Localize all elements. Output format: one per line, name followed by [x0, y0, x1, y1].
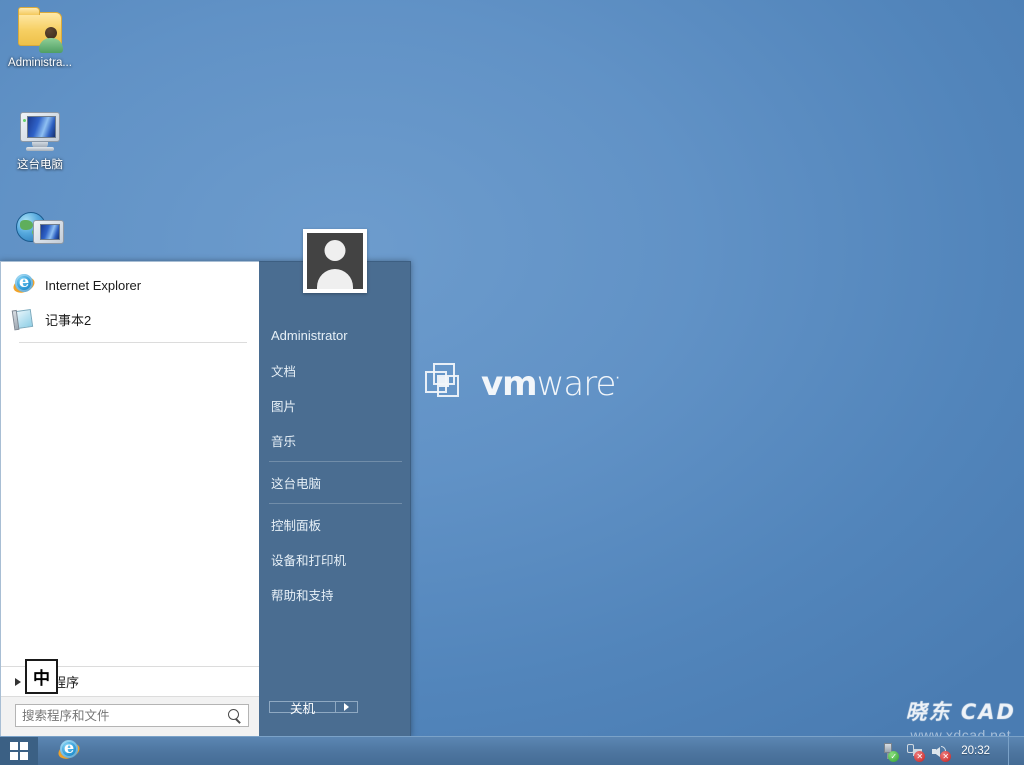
status-error-badge: ✕: [914, 751, 926, 762]
start-menu-right-panel: Administrator 文档 图片 音乐 这台电脑 控制面板 设备和打印机: [259, 229, 411, 737]
volume-icon[interactable]: ✕: [931, 742, 952, 762]
start-button[interactable]: [0, 736, 38, 765]
divider: [269, 503, 402, 504]
shutdown-button[interactable]: 关机: [269, 701, 336, 716]
start-right-item-control-panel[interactable]: 控制面板: [259, 507, 410, 542]
start-item-notepad2[interactable]: 记事本2: [1, 302, 259, 336]
internet-explorer-icon: [11, 272, 37, 296]
start-menu[interactable]: Internet Explorer 记事本2 所有程序: [0, 229, 411, 737]
start-right-item-this-pc[interactable]: 这台电脑: [259, 465, 410, 500]
username-label: Administrator: [271, 328, 348, 343]
desktop-icon-label: 这台电脑: [17, 159, 63, 171]
start-right-item-pictures[interactable]: 图片: [259, 388, 410, 423]
vmware-brand-bold: vm: [481, 364, 538, 404]
divider: [269, 461, 402, 462]
desktop-icon-this-pc[interactable]: 这台电脑: [0, 108, 80, 172]
item-label: 这台电脑: [271, 477, 322, 491]
taskbar: ✓ ✕ ✕ 20:32: [0, 736, 1024, 765]
system-tray: ✓ ✕ ✕ 20:32: [879, 736, 1024, 765]
pinned-programs-list: Internet Explorer 记事本2: [1, 262, 259, 343]
item-label: 控制面板: [271, 519, 322, 533]
chevron-right-icon: [15, 677, 21, 686]
start-item-label: Internet Explorer: [45, 277, 142, 293]
item-label: 文档: [271, 365, 297, 379]
vmware-wordmark: vmware·: [481, 364, 620, 404]
internet-explorer-icon: [56, 738, 82, 762]
clock[interactable]: 20:32: [957, 745, 1000, 757]
vmware-brand-light: ware: [536, 364, 617, 404]
start-menu-empty-area: [1, 343, 259, 666]
chevron-right-icon: [344, 703, 349, 711]
avatar[interactable]: [302, 229, 367, 293]
ime-indicator[interactable]: 中: [25, 659, 58, 694]
windows-logo-icon: [10, 742, 28, 760]
item-label: 设备和打印机: [271, 554, 347, 568]
ime-mode-label: 中: [33, 669, 50, 689]
taskbar-button-internet-explorer[interactable]: [52, 738, 86, 764]
shutdown-options-button[interactable]: [336, 701, 358, 713]
taskbar-buttons: [38, 738, 86, 764]
computer-icon: [16, 108, 64, 156]
start-right-item-music[interactable]: 音乐: [259, 423, 410, 458]
network-globe-icon: [16, 208, 64, 256]
item-label: 音乐: [271, 435, 297, 449]
show-desktop-button[interactable]: [1008, 736, 1018, 765]
desktop-icon-administrator[interactable]: Administra...: [0, 6, 80, 70]
shutdown-label: 关机: [289, 701, 315, 716]
desktop-icon-label: Administra...: [8, 57, 72, 69]
item-label: 图片: [271, 400, 297, 414]
item-label: 帮助和支持: [271, 589, 334, 603]
start-item-label: 记事本2: [45, 312, 92, 328]
start-right-item-documents[interactable]: 文档: [259, 353, 410, 388]
avatar-image: [306, 233, 363, 289]
vmware-logo: vmware·: [425, 363, 620, 405]
search-input[interactable]: [22, 705, 222, 726]
safely-remove-hardware-icon[interactable]: ✓: [879, 742, 900, 762]
search-box[interactable]: [15, 704, 249, 727]
desktop[interactable]: Administra... 这台电脑 vmware· 晓东 CAD www.xd…: [0, 0, 1024, 765]
search-row: [1, 696, 259, 736]
start-right-item-help-support[interactable]: 帮助和支持: [259, 577, 410, 612]
network-icon[interactable]: ✕: [905, 742, 926, 762]
watermark-title: 晓东 CAD: [905, 700, 1016, 724]
user-folder-icon: [16, 6, 64, 54]
start-right-item-devices-printers[interactable]: 设备和打印机: [259, 542, 410, 577]
desktop-icon-network[interactable]: [0, 208, 80, 259]
vmware-mark-icon: [425, 363, 467, 405]
start-right-item-username[interactable]: Administrator: [259, 318, 410, 353]
vmware-trademark: ·: [615, 370, 620, 387]
shutdown-control: 关机: [259, 701, 410, 724]
start-item-internet-explorer[interactable]: Internet Explorer: [1, 268, 259, 302]
status-error-badge: ✕: [940, 751, 952, 762]
search-icon: [227, 708, 242, 723]
notepad-icon: [11, 307, 37, 332]
status-ok-badge: ✓: [888, 751, 900, 762]
